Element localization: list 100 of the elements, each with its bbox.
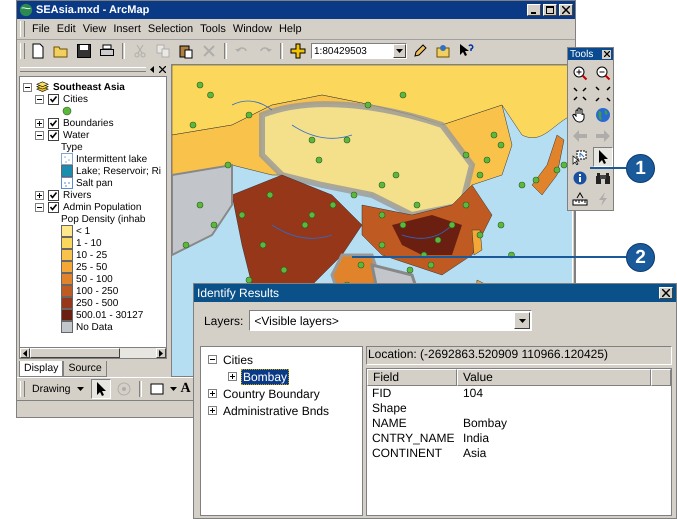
tree-item[interactable]: Administrative Bnds: [221, 402, 332, 418]
layer-name[interactable]: Water: [63, 130, 90, 140]
help-pointer-icon[interactable]: [458, 43, 474, 59]
tab[interactable]: Display: [19, 361, 64, 377]
tree-item[interactable]: Bombay: [241, 368, 290, 384]
select-features-icon[interactable]: [572, 149, 588, 165]
zoom-out-icon[interactable]: [595, 65, 611, 81]
palette-title: Tools: [570, 48, 594, 60]
expand-icon[interactable]: [35, 190, 44, 200]
table-cell-text: NAME: [372, 416, 408, 431]
rectangle-icon[interactable]: [148, 381, 165, 397]
close-icon: [604, 51, 610, 57]
legend-label: 1 - 10: [76, 238, 102, 248]
caret-icon: [518, 318, 526, 322]
right-arrow-icon[interactable]: [159, 350, 163, 356]
table-cell: Bombay: [463, 416, 508, 431]
expand-icon[interactable]: [208, 406, 217, 415]
layer-checkbox[interactable]: [48, 190, 59, 200]
left-arrow-icon[interactable]: [23, 350, 27, 356]
collapse-icon[interactable]: [208, 355, 217, 364]
layers-icon: [36, 80, 49, 94]
close-icon[interactable]: [159, 66, 166, 72]
plus-icon[interactable]: [290, 43, 306, 59]
close-icon: [562, 6, 570, 14]
leader-line: [590, 167, 626, 169]
legend-label: < 1: [76, 226, 90, 236]
pencil-icon[interactable]: [412, 43, 428, 59]
text-tool-button[interactable]: A: [180, 379, 192, 399]
menu-item[interactable]: View: [82, 23, 106, 35]
table-cell: Asia: [463, 446, 486, 461]
scale-dropdown[interactable]: 1:80429503: [311, 43, 407, 59]
layer-name[interactable]: Boundaries: [63, 118, 114, 128]
horizontal-scrollbar[interactable]: [19, 348, 167, 359]
layer-checkbox[interactable]: [48, 202, 59, 212]
identify-icon[interactable]: [572, 170, 588, 186]
legend-label: 100 - 250: [76, 286, 118, 296]
caret-icon: [170, 387, 177, 391]
close-button[interactable]: [602, 50, 611, 58]
layers-dropdown[interactable]: <Visible layers>: [249, 310, 532, 331]
ruler-icon[interactable]: [572, 191, 588, 207]
layer-checkbox[interactable]: [48, 130, 59, 140]
table-cell-text: FID: [372, 386, 392, 401]
expand-icon[interactable]: [35, 118, 44, 128]
legend-heading: Pop Density (inhab: [61, 214, 146, 224]
layer-checkbox[interactable]: [48, 118, 59, 128]
caret-icon: [76, 387, 84, 391]
menu-item[interactable]: Edit: [56, 23, 76, 35]
collapse-icon[interactable]: [35, 202, 44, 212]
save-icon[interactable]: [76, 43, 92, 59]
menu-item[interactable]: Selection: [148, 23, 194, 35]
group-name[interactable]: Southeast Asia: [53, 82, 125, 92]
legend-label: Lake; Reservoir; Ri: [76, 166, 162, 176]
new-page-icon[interactable]: [30, 43, 46, 59]
tab[interactable]: Source: [63, 361, 107, 377]
catalog-icon[interactable]: [435, 43, 451, 59]
callout-number: 2: [626, 243, 655, 272]
fixed-zoom-in-icon[interactable]: [572, 86, 588, 102]
zoom-in-icon[interactable]: [572, 65, 588, 81]
layer-name[interactable]: Admin Population: [63, 202, 142, 212]
legend-label: No Data: [76, 322, 113, 332]
menu-item[interactable]: Window: [232, 23, 272, 35]
legend-label: 50 - 100: [76, 274, 113, 284]
table-cell: India: [463, 431, 490, 446]
fixed-zoom-out-icon[interactable]: [595, 86, 611, 102]
legend-heading: Type: [61, 142, 83, 152]
legend-label: Salt pan: [76, 178, 113, 188]
print-icon[interactable]: [99, 43, 115, 59]
layer-checkbox[interactable]: [48, 94, 59, 104]
expand-icon[interactable]: [208, 389, 217, 398]
dialog-title: Identify Results: [197, 286, 280, 300]
binoculars-icon[interactable]: [595, 170, 611, 186]
expand-icon[interactable]: [228, 372, 237, 381]
globe-icon[interactable]: [595, 107, 611, 123]
callout-number: 1: [626, 154, 655, 183]
clipboard-icon[interactable]: [178, 43, 194, 59]
menu-item[interactable]: Insert: [113, 23, 141, 35]
pin-icon[interactable]: [150, 66, 155, 72]
menu-item[interactable]: File: [32, 23, 50, 35]
legend-label: 25 - 50: [76, 262, 108, 272]
location-readout: Location: (-2692863.520909 110966.120425): [366, 346, 672, 365]
collapse-icon[interactable]: [23, 82, 32, 92]
globe-app-icon: [19, 3, 33, 17]
table-cell-text: Shape: [372, 401, 408, 416]
table-cell: 104: [463, 386, 484, 401]
menu-item[interactable]: Help: [278, 23, 302, 35]
field-label: Layers:: [204, 314, 244, 328]
tree-item[interactable]: Cities: [221, 352, 256, 368]
menu-item[interactable]: Tools: [200, 23, 226, 35]
drawing-menu-button[interactable]: Drawing: [28, 383, 88, 395]
minimize-button[interactable]: [527, 4, 541, 16]
column-header[interactable]: Field: [367, 369, 457, 386]
layer-name[interactable]: Cities: [63, 94, 88, 104]
collapse-icon[interactable]: [35, 130, 44, 140]
legend-label: 10 - 25: [76, 250, 108, 260]
legend-label: 250 - 500: [76, 298, 118, 308]
tree-item[interactable]: Country Boundary: [221, 386, 322, 402]
collapse-icon[interactable]: [35, 94, 44, 104]
maximize-button[interactable]: [543, 4, 557, 16]
column-header[interactable]: Value: [457, 369, 651, 386]
layer-name[interactable]: Rivers: [63, 190, 92, 200]
